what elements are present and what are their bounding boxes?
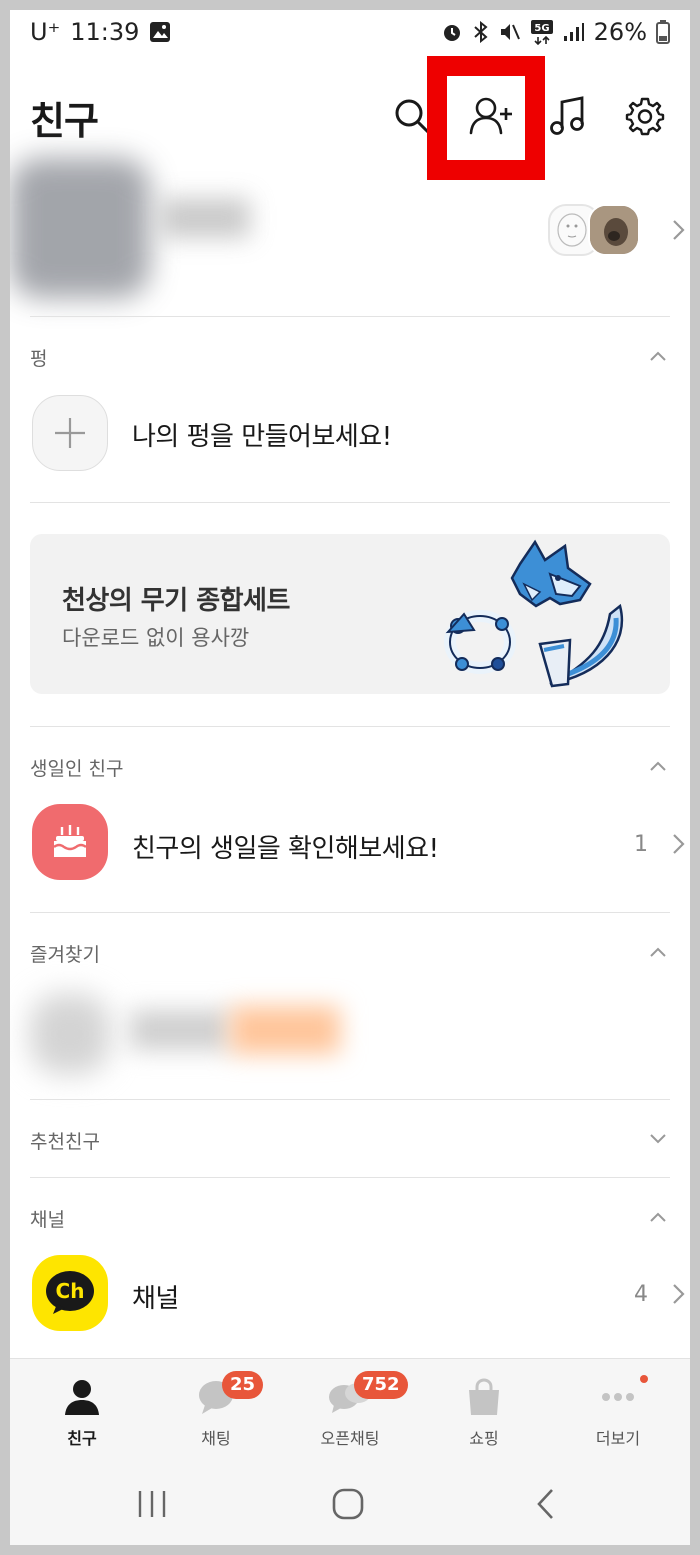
divider (30, 1177, 670, 1178)
tab-label: 채팅 (201, 1429, 231, 1448)
profile-name (160, 198, 250, 238)
section-label-birthday: 생일인 친구 (30, 758, 124, 780)
profile-multi-images[interactable] (548, 204, 640, 260)
banner-title: 천상의 무기 종합세트 (62, 586, 290, 616)
shopping-bag-icon (469, 1378, 499, 1415)
divider (30, 502, 670, 503)
birthday-count: 1 (634, 832, 648, 857)
system-navigation-bar (10, 1462, 690, 1545)
pet-photo-icon (590, 206, 638, 254)
more-dots-icon (602, 1393, 634, 1401)
music-button[interactable] (540, 86, 596, 146)
tab-friends[interactable]: 친구 (14, 1359, 150, 1463)
favorite-friend-status (230, 1006, 340, 1054)
battery-icon (656, 20, 670, 44)
channel-icon: Ch (46, 1271, 94, 1314)
battery-percent: 26% (593, 18, 647, 46)
my-profile[interactable] (10, 148, 690, 318)
section-label-favorites: 즐겨찾기 (30, 944, 100, 966)
page-title: 친구 (30, 99, 99, 143)
section-label-recommended[interactable]: 추천친구 (30, 1127, 100, 1154)
profile-sub-image (588, 204, 640, 256)
birthday-icon-tile[interactable] (32, 804, 108, 880)
back-icon (537, 1489, 553, 1519)
search-icon (395, 99, 430, 134)
status-bar: U⁺ 11:39 5G 26% (10, 10, 690, 56)
favorite-friend-avatar[interactable] (30, 994, 110, 1074)
chevron-right-icon (672, 1282, 686, 1312)
divider (30, 726, 670, 727)
music-note-icon (550, 96, 584, 135)
tab-shopping[interactable]: 쇼핑 (416, 1359, 552, 1463)
tab-more[interactable]: 더보기 (550, 1359, 686, 1463)
cake-icon (53, 825, 87, 857)
back-button[interactable] (516, 1476, 576, 1532)
profile-avatar (10, 158, 150, 298)
bluetooth-icon (473, 21, 488, 43)
chevron-right-icon (672, 832, 686, 862)
game-weapons-illustration (444, 539, 624, 688)
collapse-caret-icon[interactable] (648, 346, 668, 366)
kakaotalk-friends-screen: U⁺ 11:39 5G 26% 친구 펑 나의 펑을 만들어보세요! 천상의 무… (10, 10, 690, 1545)
status-bar-right: 5G 26% (441, 18, 670, 46)
5g-signal-icon: 5G (530, 20, 553, 45)
channel-icon-tile[interactable]: Ch (32, 1255, 108, 1331)
birthday-row-text[interactable]: 친구의 생일을 확인해보세요! (132, 828, 439, 865)
carrier-label: U⁺ (30, 18, 61, 46)
collapse-caret-icon[interactable] (648, 756, 668, 776)
bottom-tab-bar: 친구 25 채팅 752 오픈채팅 쇼핑 더보기 (10, 1358, 690, 1462)
alarm-icon (443, 25, 460, 41)
expand-caret-icon[interactable] (648, 1129, 668, 1149)
tab-label: 오픈채팅 (320, 1429, 380, 1448)
unread-badge: 25 (222, 1371, 264, 1399)
recent-apps-icon (138, 1491, 166, 1517)
svg-text:5G: 5G (534, 23, 549, 34)
new-dot-badge (640, 1375, 648, 1383)
mute-icon (500, 24, 520, 40)
channel-icon-label: Ch (56, 1279, 85, 1303)
cell-signal-icon (563, 23, 584, 41)
tab-label: 친구 (67, 1429, 97, 1448)
tab-label: 더보기 (595, 1429, 641, 1448)
recent-apps-button[interactable] (122, 1476, 182, 1532)
gear-icon (625, 97, 665, 136)
channel-row-text[interactable]: 채널 (132, 1278, 179, 1315)
clock: 11:39 (70, 18, 140, 46)
app-header: 친구 (10, 56, 690, 180)
favorite-friend-name (130, 1010, 230, 1050)
divider (30, 316, 670, 317)
chevron-right-icon (672, 218, 686, 248)
unread-badge: 752 (354, 1371, 408, 1399)
tab-open-chats[interactable]: 752 오픈채팅 (282, 1359, 418, 1463)
pung-row-text[interactable]: 나의 펑을 만들어보세요! (132, 416, 392, 453)
section-label-pung: 펑 (30, 348, 48, 370)
divider (30, 1099, 670, 1100)
banner-subtitle: 다운로드 없이 용사깡 (62, 626, 250, 650)
home-icon (332, 1488, 364, 1520)
divider (30, 912, 670, 913)
status-bar-left: U⁺ 11:39 (30, 18, 171, 46)
person-icon (65, 1380, 99, 1415)
collapse-caret-icon[interactable] (648, 1207, 668, 1227)
channel-count: 4 (634, 1282, 648, 1307)
plus-icon (55, 418, 85, 448)
tab-label: 쇼핑 (469, 1429, 499, 1448)
settings-button[interactable] (617, 86, 673, 146)
section-label-channel: 채널 (30, 1209, 65, 1231)
gallery-notification-icon (150, 22, 171, 42)
collapse-caret-icon[interactable] (648, 942, 668, 962)
tab-chats[interactable]: 25 채팅 (148, 1359, 284, 1463)
add-pung-button[interactable] (32, 395, 108, 471)
home-button[interactable] (318, 1476, 378, 1532)
promo-banner[interactable]: 천상의 무기 종합세트 다운로드 없이 용사깡 (30, 534, 670, 694)
